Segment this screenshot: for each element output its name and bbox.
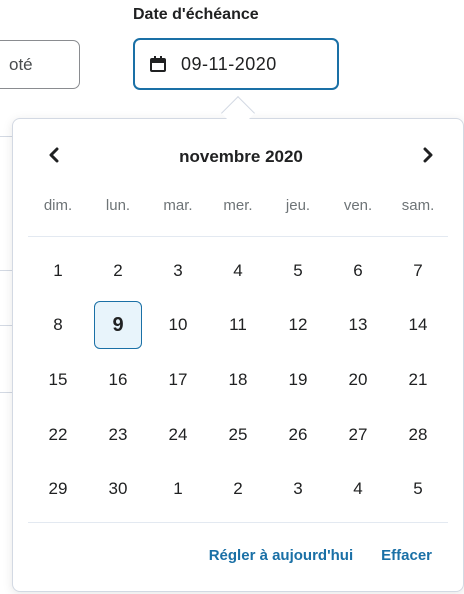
next-month-button[interactable] [413, 139, 443, 175]
previous-month-button[interactable] [39, 139, 69, 175]
calendar-day-next-month[interactable]: 1 [148, 469, 208, 509]
chevron-right-icon [422, 147, 434, 168]
calendar-day[interactable]: 14 [388, 305, 448, 345]
month-title: novembre 2020 [179, 147, 303, 166]
due-date-input[interactable]: 09-11-2020 [133, 38, 339, 90]
graded-field[interactable]: oté [0, 40, 80, 89]
left-divider [0, 325, 12, 326]
week-row: 1 2 3 4 5 6 7 [28, 251, 448, 291]
calendar-day[interactable]: 7 [388, 251, 448, 291]
weekday-label: lun. [105, 197, 131, 214]
calendar-day[interactable]: 1 [28, 251, 88, 291]
calendar-day[interactable]: 28 [388, 415, 448, 455]
calendar-day[interactable]: 26 [268, 415, 328, 455]
week-row: 8 9 10 11 12 13 14 [28, 301, 448, 349]
calendar-day[interactable]: 12 [268, 305, 328, 345]
calendar-day[interactable]: 22 [28, 415, 88, 455]
due-date-value: 09-11-2020 [181, 53, 277, 74]
month-header: novembre 2020 [13, 139, 463, 175]
weekday-label: jeu. [285, 197, 311, 214]
calendar-icon [149, 55, 167, 73]
week-row: 29 30 1 2 3 4 5 [28, 469, 448, 509]
calendar-day-next-month[interactable]: 5 [388, 469, 448, 509]
week-row: 15 16 17 18 19 20 21 [28, 360, 448, 400]
calendar-day[interactable]: 10 [148, 305, 208, 345]
graded-field-value: oté [9, 54, 33, 74]
calendar-day[interactable]: 21 [388, 360, 448, 400]
calendar-day[interactable]: 18 [208, 360, 268, 400]
popover-footer: Régler à aujourd'hui Effacer [13, 547, 463, 564]
left-divider [0, 392, 12, 393]
selected-day-label: 9 [94, 301, 142, 349]
calendar-day[interactable]: 3 [148, 251, 208, 291]
calendar-day[interactable]: 2 [88, 251, 148, 291]
calendar-day[interactable]: 16 [88, 360, 148, 400]
footer-divider [28, 522, 448, 523]
calendar-day[interactable]: 25 [208, 415, 268, 455]
calendar-day[interactable]: 23 [88, 415, 148, 455]
calendar-day[interactable]: 8 [28, 305, 88, 345]
calendar-day[interactable]: 5 [268, 251, 328, 291]
calendar-day-selected[interactable]: 9 [88, 301, 148, 349]
calendar-day[interactable]: 15 [28, 360, 88, 400]
calendar-day[interactable]: 11 [208, 305, 268, 345]
weekday-label: sam. [401, 197, 435, 214]
date-picker-popover: novembre 2020 dim. lun. mar. mer. jeu. v… [12, 118, 464, 592]
due-date-label: Date d'échéance [133, 6, 259, 23]
set-today-link[interactable]: Régler à aujourd'hui [209, 547, 353, 564]
weekday-label: ven. [343, 197, 373, 214]
calendar-day[interactable]: 6 [328, 251, 388, 291]
calendar-day[interactable]: 29 [28, 469, 88, 509]
calendar-day[interactable]: 4 [208, 251, 268, 291]
week-row: 22 23 24 25 26 27 28 [28, 415, 448, 455]
chevron-left-icon [48, 147, 60, 168]
calendar-day[interactable]: 24 [148, 415, 208, 455]
weekday-label: dim. [43, 197, 73, 214]
weekday-label: mar. [163, 197, 193, 214]
calendar-day[interactable]: 19 [268, 360, 328, 400]
calendar-day[interactable]: 20 [328, 360, 388, 400]
calendar-day-next-month[interactable]: 3 [268, 469, 328, 509]
calendar-day-next-month[interactable]: 4 [328, 469, 388, 509]
calendar-day-next-month[interactable]: 2 [208, 469, 268, 509]
clear-link[interactable]: Effacer [381, 547, 432, 564]
weekday-header-row: dim. lun. mar. mer. jeu. ven. sam. [28, 197, 448, 214]
calendar-day[interactable]: 27 [328, 415, 388, 455]
weekday-divider [28, 236, 448, 237]
calendar-day[interactable]: 17 [148, 360, 208, 400]
weekday-label: mer. [223, 197, 253, 214]
calendar-day[interactable]: 30 [88, 469, 148, 509]
left-divider [0, 270, 12, 271]
left-divider [0, 136, 12, 137]
calendar-day[interactable]: 13 [328, 305, 388, 345]
